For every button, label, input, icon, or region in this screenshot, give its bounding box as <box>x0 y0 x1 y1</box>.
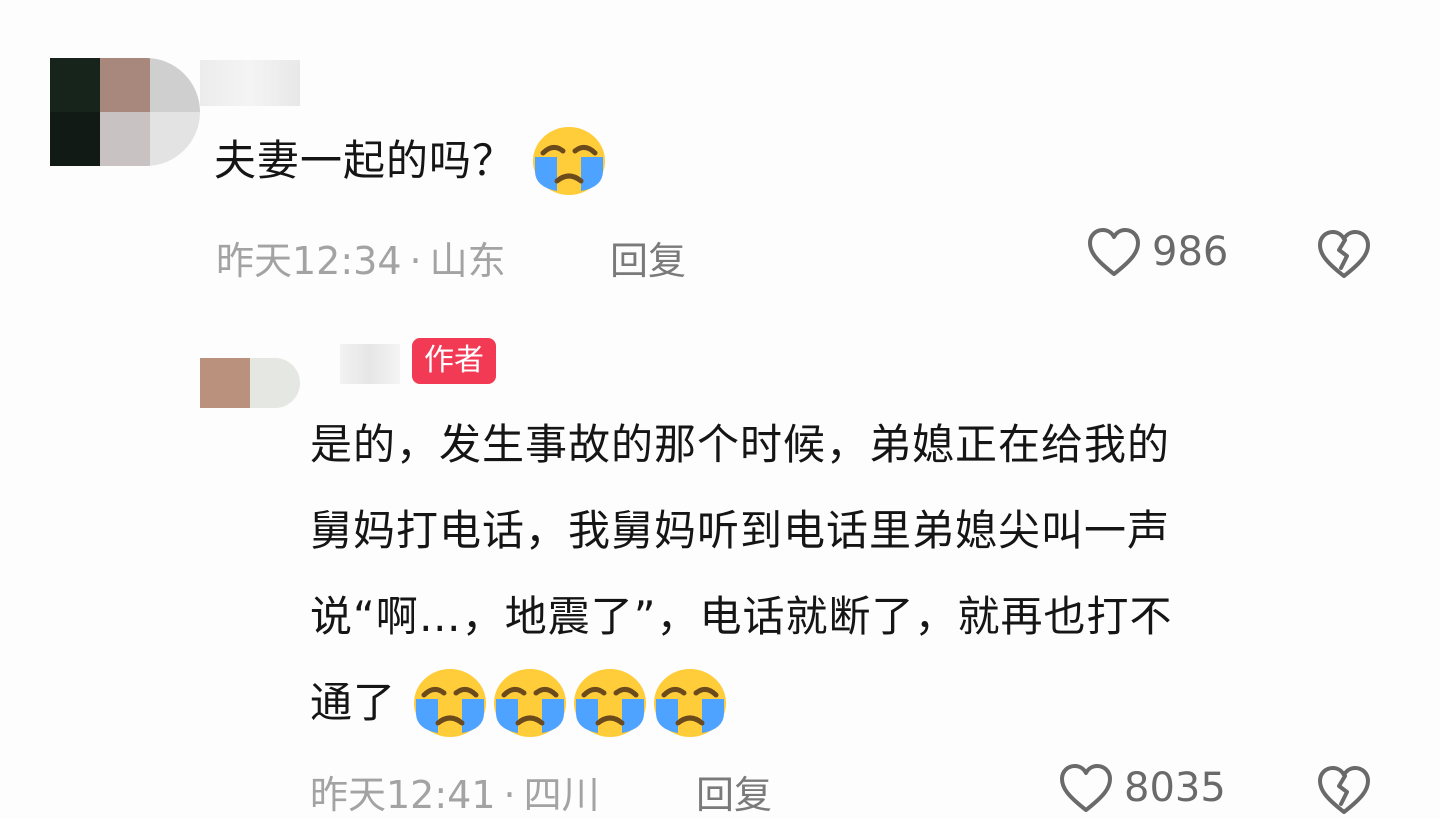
heart-outline-icon <box>1086 226 1142 278</box>
crying-face-emoji <box>650 665 730 739</box>
crying-face-emoji <box>490 665 570 739</box>
comment-2-line: 说“啊…，地震了”，电话就断了，就再也打不 <box>310 592 1173 641</box>
avatar-commenter-1[interactable] <box>50 58 200 166</box>
broken-heart-icon <box>1316 764 1372 816</box>
comment-1-time: 昨天12:34 <box>216 239 402 283</box>
author-name-blurred[interactable] <box>340 344 400 384</box>
comment-2-time: 昨天12:41 <box>310 773 496 817</box>
comment-2-last-line: 通了 <box>310 660 1173 746</box>
crying-face-emoji <box>529 123 609 197</box>
crying-face-emoji <box>570 665 650 739</box>
meta-separator: · <box>409 239 422 283</box>
comment-1-reply-button[interactable]: 回复 <box>610 230 686 285</box>
comment-2-like-count: 8035 <box>1124 765 1226 811</box>
comment-2-line: 通了 <box>310 678 397 727</box>
avatar-author[interactable] <box>200 358 300 408</box>
username-blurred[interactable] <box>200 60 300 106</box>
comment-1-dislike-button[interactable] <box>1316 228 1372 280</box>
comment-2-dislike-button[interactable] <box>1316 764 1372 816</box>
comment-1-like-button[interactable]: 986 <box>1086 226 1228 278</box>
comment-1-text: 夫妻一起的吗？ <box>214 118 609 204</box>
comment-2-text: 是的，发生事故的那个时候，弟媳正在给我的 舅妈打电话，我舅妈听到电话里弟媳尖叫一… <box>310 402 1173 746</box>
broken-heart-icon <box>1316 228 1372 280</box>
comment-1-like-count: 986 <box>1152 229 1229 275</box>
comment-1-location: 山东 <box>429 239 506 283</box>
comment-2-line: 舅妈打电话，我舅妈听到电话里弟媳尖叫一声 <box>310 506 1171 555</box>
meta-separator: · <box>503 773 516 817</box>
heart-outline-icon <box>1058 762 1114 814</box>
comment-1-meta: 昨天12:34 · 山东 <box>216 230 506 285</box>
crying-face-emoji <box>410 665 490 739</box>
comment-2-location: 四川 <box>523 773 600 817</box>
comment-1-body: 夫妻一起的吗？ <box>214 136 516 185</box>
author-badge: 作者 <box>412 338 496 384</box>
comment-2-line: 是的，发生事故的那个时候，弟媳正在给我的 <box>310 420 1171 469</box>
comment-2-like-button[interactable]: 8035 <box>1058 762 1226 814</box>
